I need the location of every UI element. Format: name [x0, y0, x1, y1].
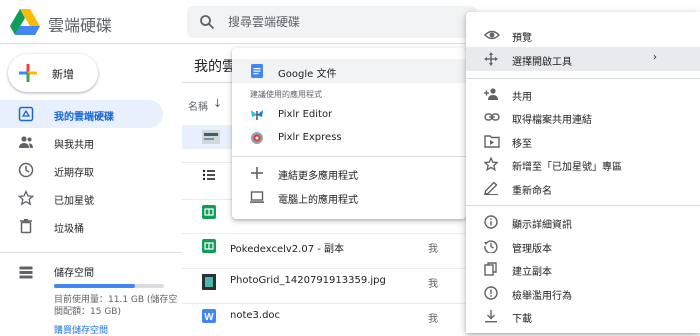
sort-arrow-down-icon[interactable]: ↓ — [213, 97, 222, 110]
sidebar-item-storage[interactable]: 儲存空間 — [0, 258, 163, 286]
submenu-item-computer-apps[interactable]: 電腦上的應用程式 — [278, 191, 358, 206]
suggested-apps-heading: 建議使用的應用程式 — [250, 90, 322, 99]
new-button-label: 新增 — [52, 68, 74, 81]
sidebar-item-label: 近期存取 — [54, 168, 94, 179]
file-name: note3.doc — [230, 310, 281, 321]
people-icon — [18, 134, 34, 150]
pencil-icon — [484, 181, 498, 195]
link-icon — [484, 110, 500, 124]
file-name: Pokedexcelv2.07 - 副本 — [230, 244, 345, 255]
menu-item-rename[interactable]: 重新命名 — [512, 182, 552, 197]
search-input[interactable]: 搜尋雲端硬碟 — [228, 13, 300, 30]
google-docs-icon — [250, 64, 264, 78]
sidebar-item-shared[interactable]: 與我共用 — [0, 128, 163, 156]
google-drive-logo-icon[interactable] — [10, 9, 40, 35]
info-icon — [484, 215, 498, 229]
clock-icon — [18, 162, 34, 178]
image-thumb-icon — [202, 274, 216, 290]
sheets-icon — [202, 205, 216, 219]
storage-label: 儲存空間 — [54, 268, 94, 279]
menu-item-share[interactable]: 共用 — [512, 88, 532, 103]
menu-item-open-with-label: 選擇開啟工具 — [512, 57, 572, 68]
pixlr-editor-icon — [250, 108, 264, 122]
word-doc-icon: W — [202, 309, 216, 323]
sidebar-item-my-drive[interactable]: 我的雲端硬碟 — [0, 100, 163, 128]
column-header-name[interactable]: 名稱 — [188, 98, 208, 113]
eye-icon — [484, 28, 500, 42]
menu-item-details[interactable]: 顯示詳細資訊 — [512, 216, 572, 231]
svg-text:W: W — [204, 312, 214, 323]
file-owner: 我 — [428, 279, 438, 290]
menu-item-make-copy[interactable]: 建立副本 — [512, 263, 552, 278]
submenu-label: Google 文件 — [278, 69, 337, 80]
file-name: PhotoGrid_1420791913359.jpg — [230, 275, 386, 286]
sidebar-item-starred[interactable]: 已加星號 — [0, 184, 163, 212]
computer-icon — [250, 190, 264, 204]
history-icon — [484, 239, 498, 253]
submenu-item-pixlr-express[interactable]: Pixlr Express — [278, 132, 342, 143]
submenu-item-connect-more-apps[interactable]: 連結更多應用程式 — [278, 167, 358, 182]
copy-icon — [484, 262, 498, 276]
submenu-item-google-docs[interactable] — [232, 59, 466, 83]
plus-icon — [19, 64, 37, 82]
sidebar-item-label: 與我共用 — [54, 140, 94, 151]
folder-move-icon — [484, 134, 500, 148]
menu-item-preview[interactable]: 預覽 — [512, 29, 532, 44]
sidebar-item-recent[interactable]: 近期存取 — [0, 156, 163, 184]
plus-icon — [250, 166, 264, 180]
trash-icon — [18, 218, 34, 234]
table-row[interactable]: PhotoGrid_1420791913359.jpg 我 — [182, 268, 472, 292]
menu-item-move-to[interactable]: 移至 — [512, 135, 532, 150]
table-row[interactable]: Pokedexcelv2.07 - 副本 我 — [182, 233, 472, 257]
pixlr-express-icon — [250, 131, 264, 145]
page-title[interactable]: 我的雲 — [194, 56, 236, 76]
sidebar-item-trash[interactable]: 垃圾桶 — [0, 212, 163, 240]
list-icon — [202, 168, 216, 182]
report-icon — [484, 286, 498, 300]
file-owner: 我 — [428, 314, 438, 325]
menu-divider — [466, 205, 700, 206]
table-row[interactable]: W note3.doc 我 — [182, 303, 472, 327]
star-icon — [484, 157, 498, 171]
person-add-icon — [484, 87, 498, 101]
sidebar-item-label: 垃圾桶 — [54, 224, 84, 235]
move-arrows-icon — [484, 52, 498, 66]
sidebar-divider — [0, 252, 182, 253]
search-icon[interactable] — [199, 14, 215, 30]
image-thumb-icon — [202, 130, 220, 144]
sidebar-item-label: 我的雲端硬碟 — [54, 112, 114, 123]
download-icon — [484, 309, 498, 323]
star-icon — [18, 190, 34, 206]
menu-item-report-abuse[interactable]: 檢舉濫用行為 — [512, 287, 572, 302]
storage-icon — [18, 264, 34, 280]
menu-item-get-link[interactable]: 取得檔案共用連結 — [512, 111, 592, 126]
storage-progress-fill — [54, 284, 136, 288]
sidebar-item-label: 已加星號 — [54, 196, 94, 207]
chevron-right-icon: › — [653, 52, 657, 63]
submenu-item-pixlr-editor[interactable]: Pixlr Editor — [278, 109, 332, 120]
menu-item-add-star[interactable]: 新增至「已加星號」專區 — [512, 158, 622, 173]
menu-item-download[interactable]: 下載 — [512, 310, 532, 325]
my-drive-icon — [18, 106, 34, 122]
buy-storage-link[interactable]: 購買儲存空間 — [54, 323, 108, 336]
storage-usage-text: 目前使用量：11.1 GB (儲存空間配額：15 GB) — [54, 295, 178, 317]
menu-item-open-with[interactable] — [466, 47, 700, 71]
submenu-divider — [232, 156, 466, 157]
sheets-icon — [202, 239, 216, 253]
menu-divider — [466, 78, 700, 79]
app-title: 雲端硬碟 — [48, 16, 113, 35]
menu-item-manage-versions[interactable]: 管理版本 — [512, 240, 552, 255]
file-owner: 我 — [428, 244, 438, 255]
